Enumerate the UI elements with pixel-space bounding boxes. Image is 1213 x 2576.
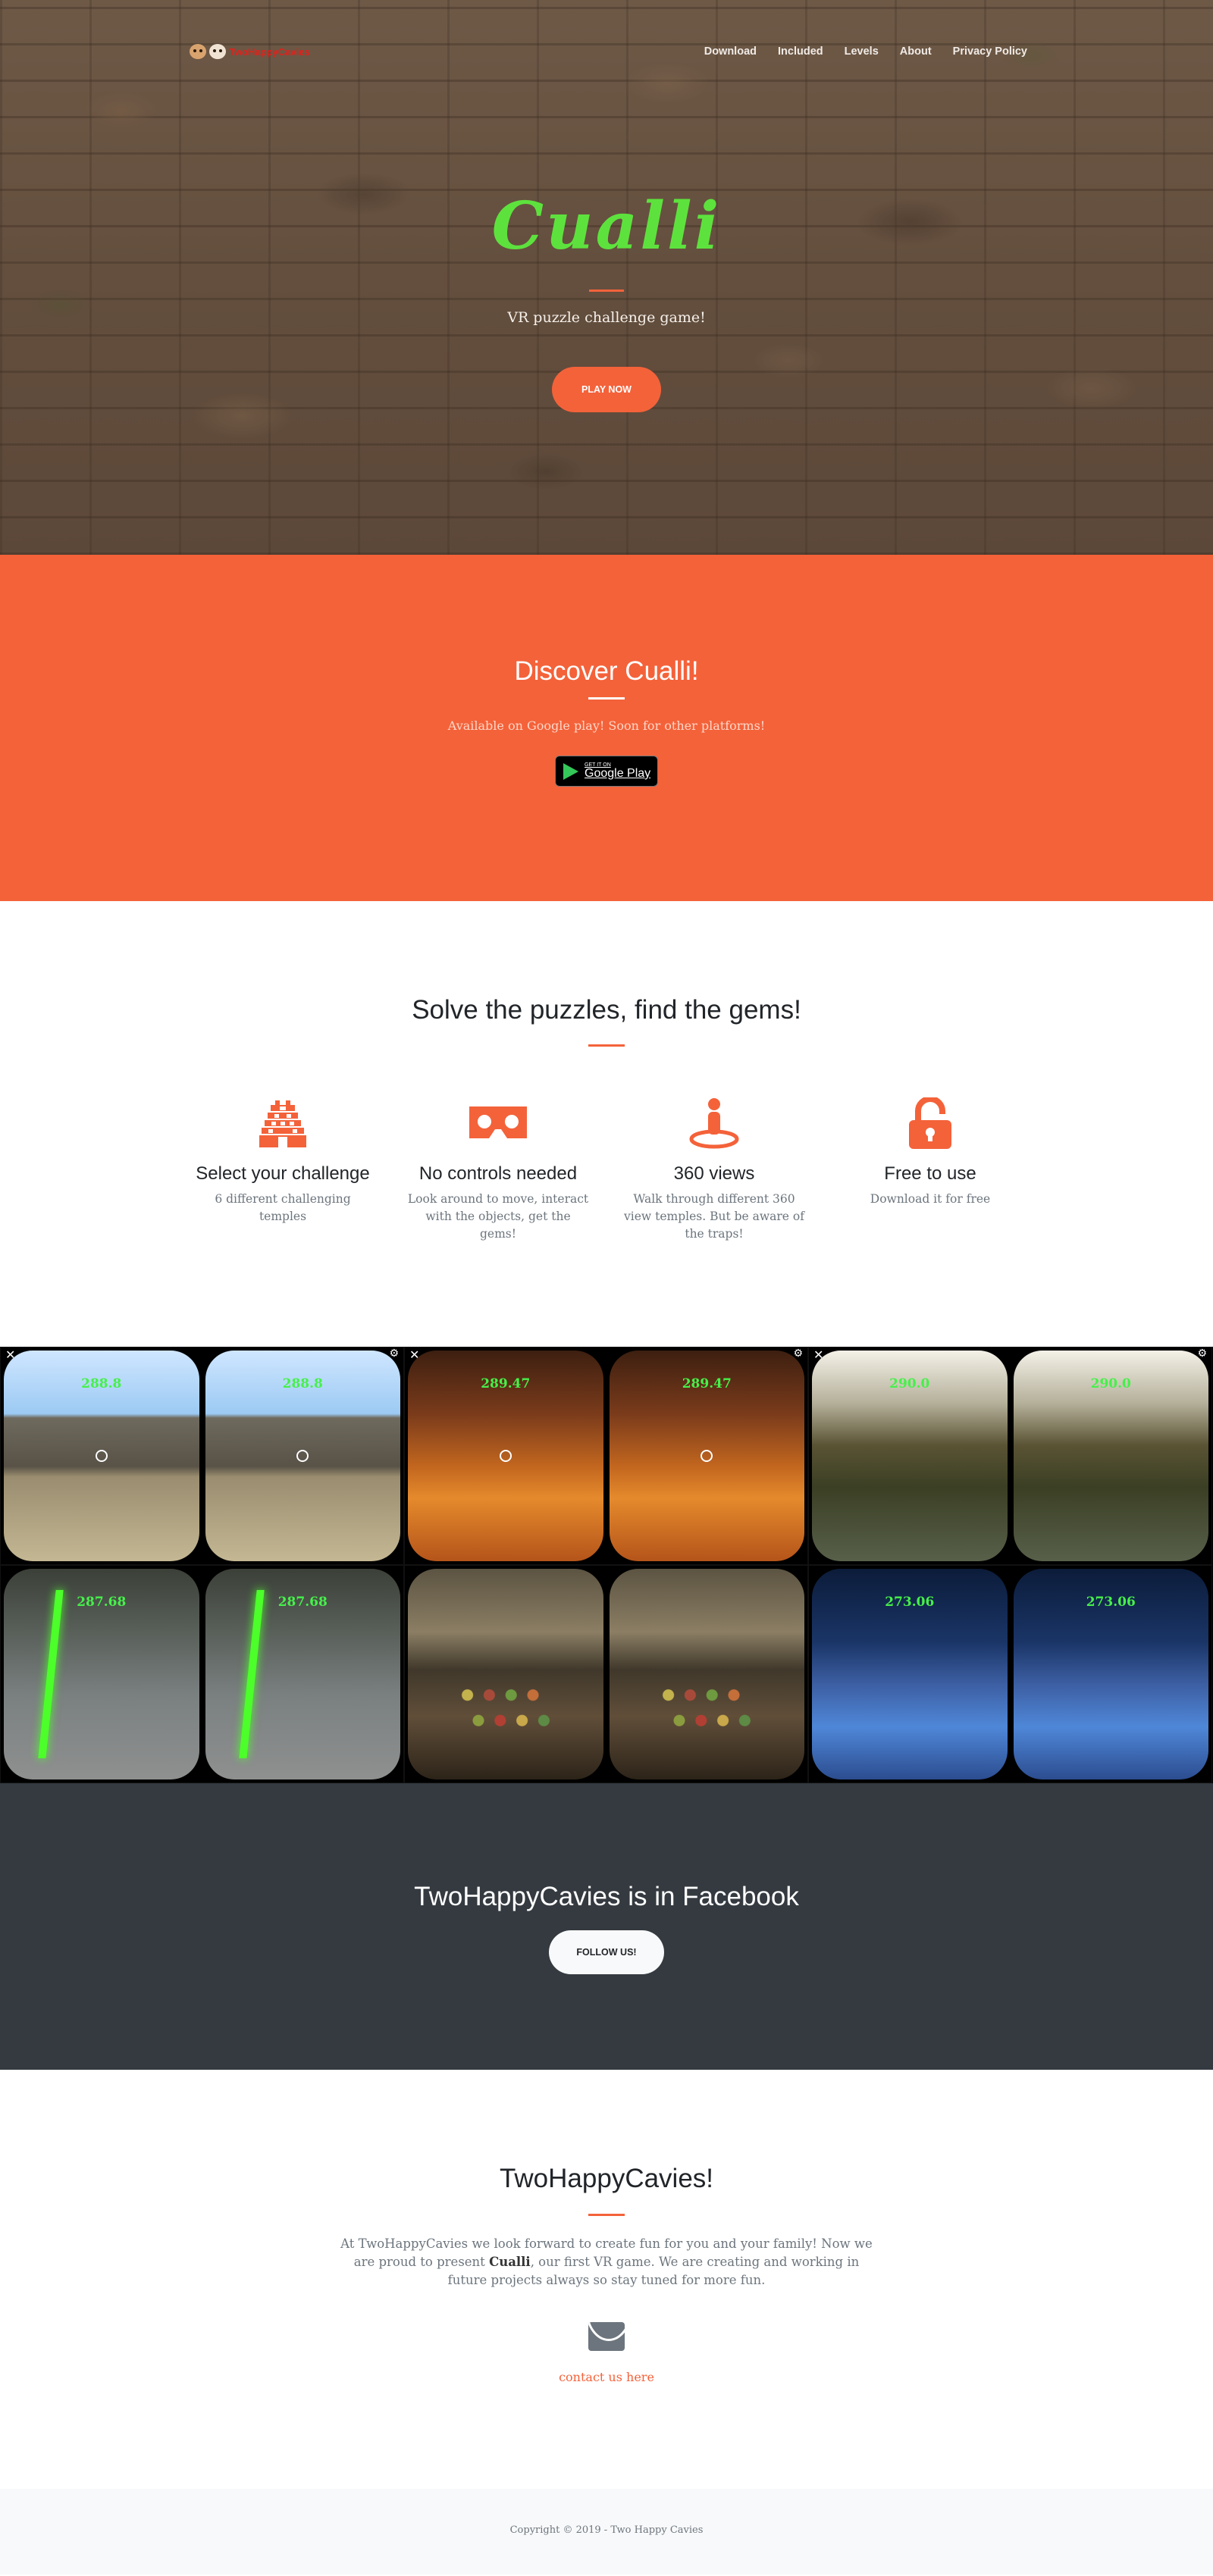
crosshair-icon: [499, 1450, 512, 1462]
vr-lens-left: 273.06: [812, 1569, 1008, 1779]
about-divider: [588, 2214, 625, 2216]
hero-title: Cualli: [491, 188, 722, 264]
close-icon: ✕: [5, 1347, 16, 1362]
gallery-shot[interactable]: ✕ ⚙ 290.0 290.0: [808, 1347, 1212, 1565]
badge-big-text: Google Play: [585, 767, 651, 780]
discover-section: Discover Cualli! Available on Google pla…: [0, 555, 1213, 901]
vr-lens-left: 289.47: [408, 1351, 603, 1561]
feature-text: Walk through different 360 view temples.…: [624, 1192, 804, 1241]
facebook-title: TwoHappyCavies is in Facebook: [414, 1882, 799, 1911]
gallery-shot[interactable]: ✕ ⚙ 289.47 289.47: [404, 1347, 808, 1565]
screenshot-gallery: ✕ ⚙ 288.8 288.8 ✕ ⚙ 289.47 289.47 ✕ ⚙ 29…: [0, 1347, 1213, 1783]
unlock-icon: [829, 1097, 1032, 1151]
vr-lens-right: [609, 1569, 804, 1779]
hud-value: 273.06: [1086, 1595, 1136, 1610]
logo-text: TwoHappyCavies: [229, 45, 310, 58]
hud-value: 290.0: [1090, 1376, 1131, 1391]
feature-item: 360 views Walk through different 360 vie…: [613, 1097, 816, 1243]
gem-grid: [652, 1670, 762, 1733]
feature-text: 6 different challenging temples: [215, 1192, 351, 1223]
hud-value: 287.68: [277, 1595, 328, 1610]
nav-link-included[interactable]: Included: [778, 45, 823, 58]
vr-lens-left: [408, 1569, 603, 1779]
temple-icon: [181, 1097, 384, 1151]
feature-title: Free to use: [884, 1163, 976, 1184]
vr-lens-right: 273.06: [1013, 1569, 1208, 1779]
crosshair-icon: [701, 1450, 713, 1462]
close-icon: ✕: [813, 1347, 824, 1362]
discover-divider: [588, 697, 625, 700]
contact-link[interactable]: contact us here: [0, 2370, 1213, 2384]
follow-us-button[interactable]: FOLLOW US!: [549, 1930, 664, 1974]
hero-subtitle: VR puzzle challenge game!: [507, 309, 706, 326]
features-divider: [588, 1044, 625, 1047]
discover-text: Available on Google play! Soon for other…: [447, 718, 766, 733]
gear-icon: ⚙: [793, 1347, 803, 1360]
nav-menu: Download Included Levels About Privacy P…: [704, 45, 1027, 58]
gallery-shot[interactable]: 287.68 287.68: [0, 1565, 404, 1783]
copyright-text: Copyright © 2019 - Two Happy Cavies: [509, 2524, 704, 2536]
nav-link-levels[interactable]: Levels: [845, 45, 879, 58]
nav-link-about[interactable]: About: [900, 45, 932, 58]
vr-lens-left: 287.68: [4, 1569, 199, 1779]
vr-lens-right: 289.47: [609, 1351, 804, 1561]
features-title: Solve the puzzles, find the gems!: [412, 995, 801, 1025]
hud-value: 289.47: [682, 1376, 732, 1391]
crosshair-icon: [95, 1450, 108, 1462]
vr-lens-right: 290.0: [1013, 1351, 1208, 1561]
feature-item: Free to use Download it for free: [829, 1097, 1032, 1208]
feature-title: 360 views: [673, 1163, 755, 1184]
play-now-button[interactable]: PLAY NOW: [552, 367, 661, 412]
feature-text: Download it for free: [870, 1192, 991, 1206]
vr-lens-right: 287.68: [205, 1569, 400, 1779]
features-section: Solve the puzzles, find the gems! Select…: [0, 901, 1213, 1347]
vr-lens-left: 290.0: [812, 1351, 1008, 1561]
feature-item: Select your challenge 6 different challe…: [181, 1097, 384, 1225]
about-text: At TwoHappyCavies we look forward to cre…: [340, 2236, 873, 2287]
google-play-badge[interactable]: GET IT ON Google Play: [555, 756, 658, 787]
vr-lens-left: 288.8: [4, 1351, 199, 1561]
vr-headset-icon: [396, 1097, 600, 1151]
feature-item: No controls needed Look around to move, …: [396, 1097, 600, 1243]
gallery-shot[interactable]: [404, 1565, 808, 1783]
feature-title: No controls needed: [418, 1163, 578, 1184]
gear-icon: ⚙: [389, 1347, 399, 1360]
person-360-icon: [613, 1097, 816, 1151]
gallery-shot[interactable]: 273.06 273.06: [808, 1565, 1212, 1783]
site-logo[interactable]: TwoHappyCavies: [190, 44, 310, 59]
hud-value: 287.68: [77, 1595, 127, 1610]
google-play-icon: [563, 762, 578, 780]
footer: Copyright © 2019 - Two Happy Cavies: [0, 2489, 1213, 2574]
gear-icon: ⚙: [1197, 1347, 1207, 1360]
cavy-face-icon: [209, 44, 226, 59]
discover-title: Discover Cualli!: [514, 656, 699, 686]
hud-value: 288.8: [81, 1376, 122, 1391]
about-section: TwoHappyCavies! At TwoHappyCavies we loo…: [0, 2070, 1213, 2489]
top-nav: TwoHappyCavies Download Included Levels …: [0, 44, 1213, 62]
nav-link-download[interactable]: Download: [704, 45, 757, 58]
gallery-shot[interactable]: ✕ ⚙ 288.8 288.8: [0, 1347, 404, 1565]
about-title: TwoHappyCavies!: [499, 2164, 714, 2193]
envelope-icon: [588, 2322, 625, 2351]
nav-link-privacy-policy[interactable]: Privacy Policy: [953, 45, 1027, 58]
hero-section: TwoHappyCavies Download Included Levels …: [0, 0, 1213, 555]
hero-divider: [589, 290, 624, 292]
vr-lens-right: 288.8: [205, 1351, 400, 1561]
hud-value: 289.47: [481, 1376, 531, 1391]
crosshair-icon: [296, 1450, 309, 1462]
facebook-section: TwoHappyCavies is in Facebook FOLLOW US!: [0, 1783, 1213, 2070]
hud-value: 273.06: [885, 1595, 935, 1610]
close-icon: ✕: [409, 1347, 420, 1362]
gem-grid: [450, 1670, 560, 1733]
cavy-face-icon: [190, 44, 206, 59]
feature-text: Look around to move, interact with the o…: [407, 1192, 589, 1241]
hud-value: 290.0: [889, 1376, 930, 1391]
feature-title: Select your challenge: [196, 1163, 370, 1184]
hud-value: 288.8: [282, 1376, 323, 1391]
